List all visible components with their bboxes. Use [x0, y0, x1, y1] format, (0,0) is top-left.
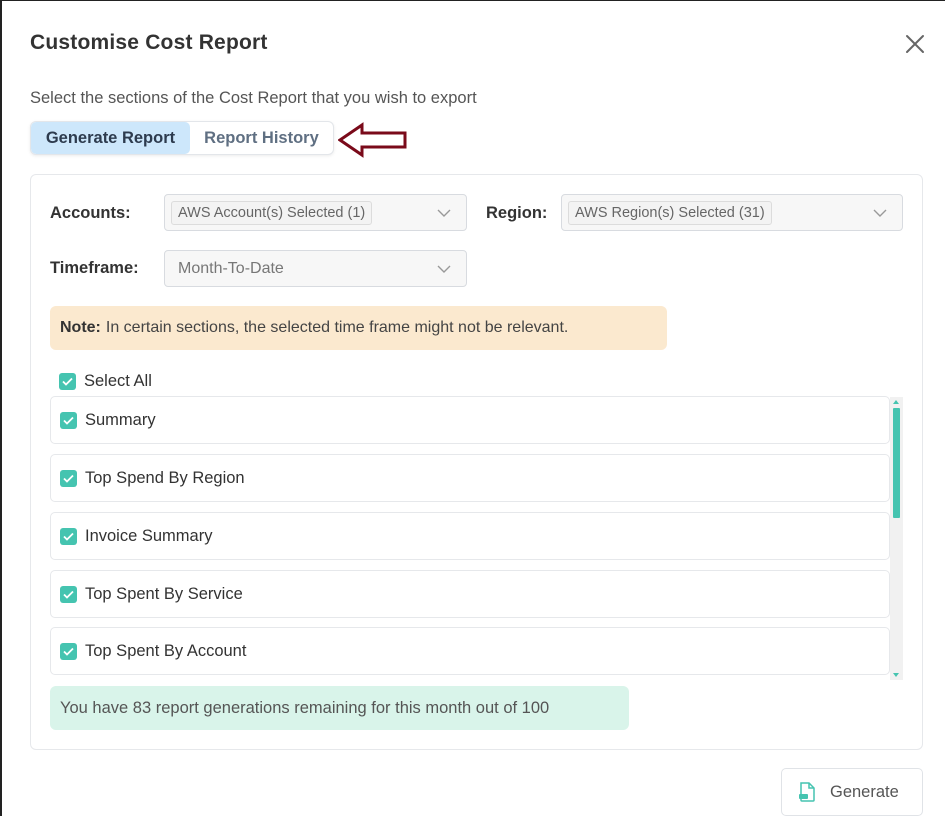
section-item-invoice-summary[interactable]: Invoice Summary [50, 512, 890, 560]
section-item-label: Top Spent By Service [85, 584, 243, 603]
tab-generate-report[interactable]: Generate Report [31, 122, 190, 154]
section-item-top-spent-by-service[interactable]: Top Spent By Service [50, 570, 890, 618]
note-prefix: Note: [60, 319, 101, 336]
checkbox-checked-icon [59, 373, 76, 390]
tab-report-history[interactable]: Report History [190, 122, 333, 154]
remaining-generations-banner: You have 83 report generations remaining… [50, 686, 629, 730]
checkbox-checked-icon [60, 411, 77, 429]
accounts-label: Accounts: [50, 204, 131, 222]
timeframe-note: Note: In certain sections, the selected … [50, 306, 667, 350]
dialog-title: Customise Cost Report [30, 31, 268, 54]
close-icon[interactable] [903, 32, 927, 56]
checkbox-checked-icon [60, 527, 77, 545]
region-selected-chip: AWS Region(s) Selected (31) [568, 200, 772, 225]
chevron-down-icon [873, 209, 887, 217]
checkbox-checked-icon [60, 642, 77, 660]
scroll-down-arrow-icon[interactable] [893, 673, 899, 677]
region-label: Region: [486, 204, 548, 222]
section-item-label: Top Spend By Region [85, 468, 245, 487]
note-text: In certain sections, the selected time f… [105, 319, 569, 336]
scroll-up-arrow-icon[interactable] [893, 400, 899, 404]
section-item-top-spend-by-region[interactable]: Top Spend By Region [50, 454, 890, 502]
accounts-selected-chip: AWS Account(s) Selected (1) [171, 200, 373, 225]
dialog-subtitle: Select the sections of the Cost Report t… [30, 89, 477, 107]
customise-cost-report-dialog: Customise Cost Report Select the section… [0, 0, 945, 816]
section-item-summary[interactable]: Summary [50, 396, 890, 444]
timeframe-select[interactable]: Month-To-Date [164, 250, 467, 287]
chevron-down-icon [437, 265, 451, 273]
generate-button[interactable]: Generate [781, 768, 923, 816]
section-item-label: Summary [85, 410, 156, 429]
sections-list: Summary Top Spend By Region Invoice Summ… [50, 396, 891, 681]
report-tabs: Generate Report Report History [30, 121, 334, 155]
section-item-top-spent-by-account[interactable]: Top Spent By Account [50, 627, 890, 675]
section-item-label: Top Spent By Account [85, 641, 247, 660]
timeframe-value: Month-To-Date [178, 259, 284, 277]
timeframe-label: Timeframe: [50, 259, 139, 277]
checkbox-checked-icon [60, 469, 77, 487]
sections-scrollbar[interactable] [890, 397, 903, 680]
section-item-label: Invoice Summary [85, 526, 213, 545]
annotation-arrow-icon [337, 122, 408, 158]
select-all-checkbox[interactable]: Select All [59, 372, 152, 391]
select-all-label: Select All [84, 372, 152, 390]
pdf-file-icon [799, 782, 815, 802]
generate-button-label: Generate [830, 782, 899, 801]
chevron-down-icon [437, 209, 451, 217]
checkbox-checked-icon [60, 585, 77, 603]
scrollbar-thumb[interactable] [893, 408, 900, 518]
accounts-select[interactable]: AWS Account(s) Selected (1) [164, 194, 467, 231]
region-select[interactable]: AWS Region(s) Selected (31) [561, 194, 903, 231]
